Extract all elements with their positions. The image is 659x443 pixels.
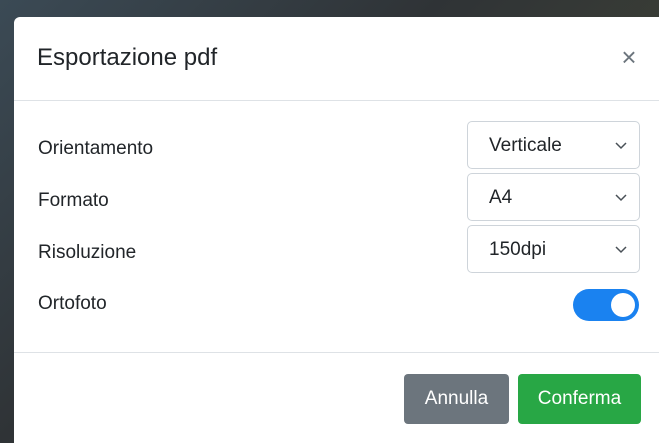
format-label: Formato — [38, 190, 109, 211]
dialog-title: Esportazione pdf — [37, 44, 218, 71]
orientation-row: Orientamento Verticale — [14, 121, 659, 171]
dialog-header: Esportazione pdf × — [14, 17, 659, 101]
orthophoto-label: Ortofoto — [38, 293, 107, 314]
resolution-row: Risoluzione 150dpi — [14, 225, 659, 275]
chevron-down-icon — [615, 142, 627, 150]
chevron-down-icon — [615, 194, 627, 202]
close-button[interactable]: × — [617, 43, 641, 71]
resolution-label: Risoluzione — [38, 242, 137, 263]
orientation-label: Orientamento — [38, 138, 154, 159]
orientation-select[interactable]: Verticale — [467, 121, 640, 169]
resolution-select[interactable]: 150dpi — [467, 225, 640, 273]
toggle-knob — [611, 293, 635, 317]
format-value: A4 — [489, 187, 513, 208]
orthophoto-row: Ortofoto — [14, 287, 659, 337]
chevron-down-icon — [615, 246, 627, 254]
confirm-button[interactable]: Conferma — [518, 374, 641, 424]
footer-divider — [14, 352, 659, 353]
orthophoto-toggle[interactable] — [573, 289, 639, 321]
cancel-button[interactable]: Annulla — [404, 374, 509, 424]
orientation-value: Verticale — [489, 135, 562, 156]
resolution-value: 150dpi — [489, 239, 547, 260]
format-row: Formato A4 — [14, 173, 659, 223]
export-pdf-dialog: Esportazione pdf × Orientamento Vertical… — [14, 17, 659, 443]
format-select[interactable]: A4 — [467, 173, 640, 221]
